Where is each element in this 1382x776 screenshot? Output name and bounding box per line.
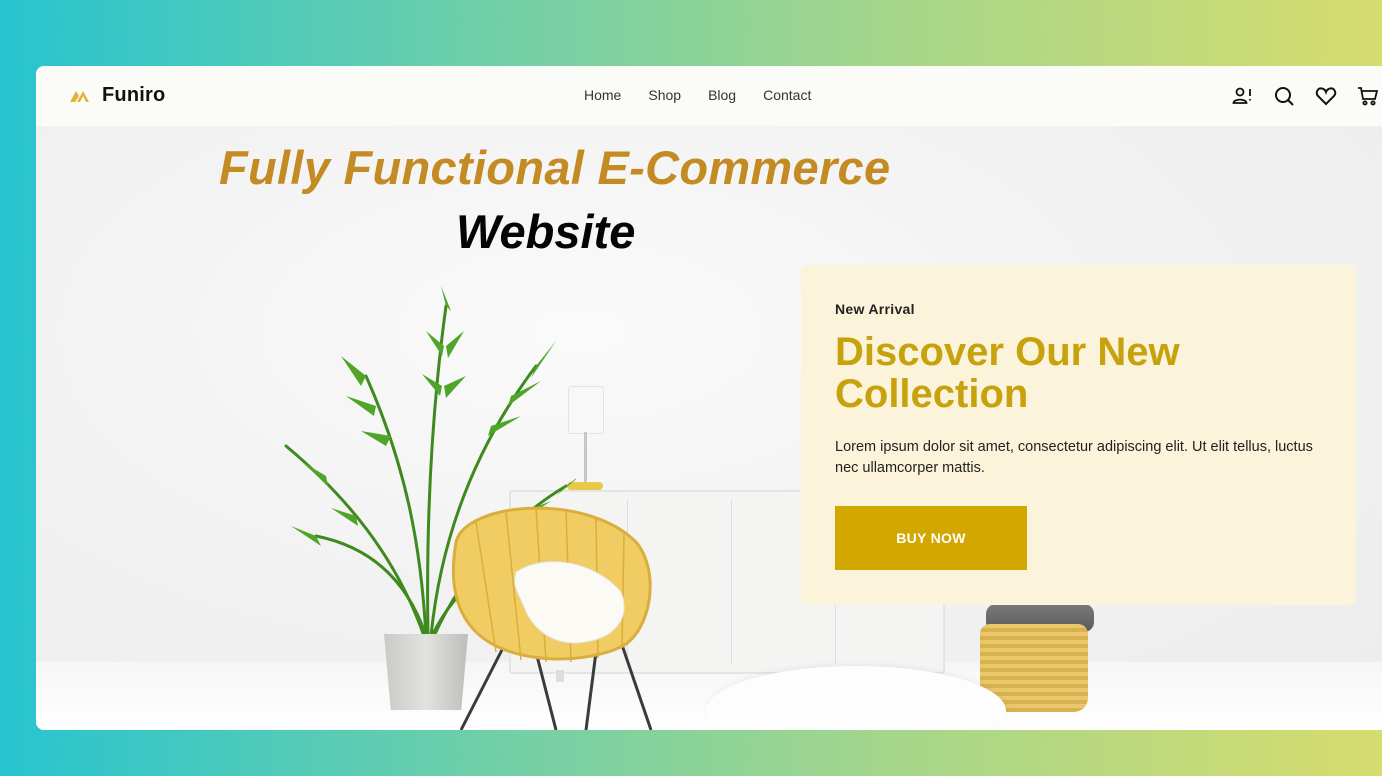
main-nav: Home Shop Blog Contact bbox=[584, 87, 811, 103]
promo-title-line1: Fully Functional E-Commerce bbox=[219, 141, 891, 194]
nav-contact[interactable]: Contact bbox=[763, 87, 811, 103]
site-header: Funiro Home Shop Blog Contact bbox=[36, 66, 1382, 126]
header-icons bbox=[1230, 84, 1380, 108]
nav-home[interactable]: Home bbox=[584, 87, 621, 103]
heart-icon[interactable] bbox=[1314, 84, 1338, 108]
hero-description: Lorem ipsum dolor sit amet, consectetur … bbox=[835, 439, 1313, 476]
nav-blog[interactable]: Blog bbox=[708, 87, 736, 103]
hero-headline: Discover Our New Collection bbox=[835, 330, 1180, 416]
new-arrival-label: New Arrival bbox=[835, 301, 915, 317]
brand-name: Funiro bbox=[102, 84, 166, 106]
promo-title-line2: Website bbox=[456, 205, 636, 258]
search-icon[interactable] bbox=[1272, 84, 1296, 108]
hero-card: New Arrival Discover Our New Collection … bbox=[801, 265, 1356, 605]
funiro-logo-icon bbox=[70, 90, 89, 102]
cart-icon[interactable] bbox=[1356, 84, 1380, 108]
rattan-chair-image bbox=[451, 506, 653, 730]
nav-shop[interactable]: Shop bbox=[648, 87, 681, 103]
buy-now-button[interactable]: BUY NOW bbox=[835, 506, 1027, 570]
brand[interactable]: Funiro bbox=[68, 84, 165, 107]
account-alert-icon[interactable] bbox=[1230, 84, 1254, 108]
lamp-stem bbox=[584, 432, 587, 484]
browser-window: Funiro Home Shop Blog Contact Fully Func… bbox=[36, 66, 1382, 730]
